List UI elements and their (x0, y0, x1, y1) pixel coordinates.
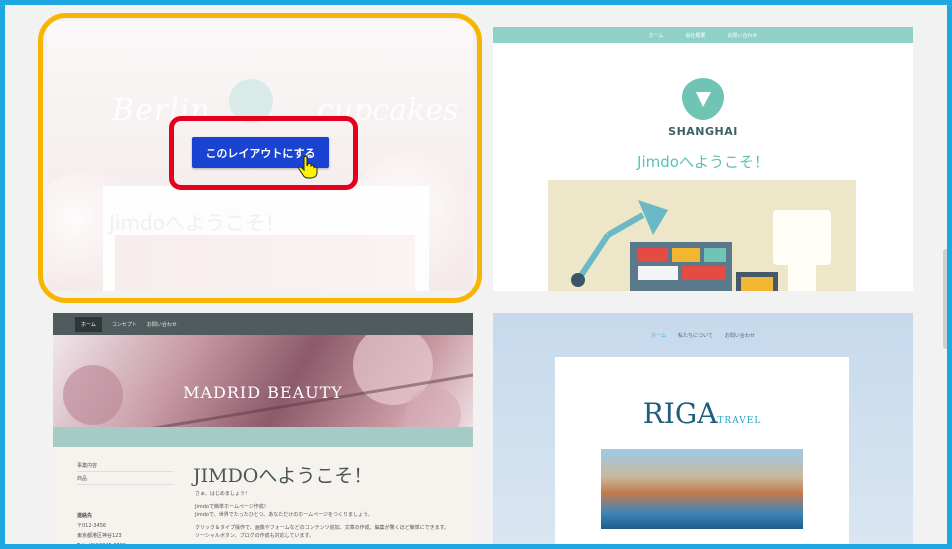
nav-item-contact[interactable]: お問い合わせ (727, 32, 757, 39)
riga-brand-subtitle: TRAVEL (717, 416, 762, 426)
shanghai-logo-icon (682, 78, 724, 120)
madrid-welcome-heading: JIMDOへようこそ！ (193, 465, 373, 487)
desk-lamp-illustration (571, 200, 831, 291)
riga-content-panel: RIGATRAVEL Jimdoへようこそ！ (555, 357, 849, 544)
sidebar-item[interactable]: 事業内容 (77, 461, 173, 472)
shanghai-welcome-heading: Jimdoへようこそ！ (637, 153, 769, 171)
madrid-sidebar: 事業内容 商品 連絡先 〒012-3456 東京都港区神谷123 Tel：(0)… (77, 461, 173, 549)
sidebar-item[interactable]: 商品 (77, 474, 173, 485)
body-line: Jimdoで、世界でたったひとつ、あなただけのホームページをつくりましょう。 (195, 512, 373, 518)
layout-gallery-frame: Berlin cupcakes Jimdoへようこそ！ このレイアウトにする ホ… (0, 0, 952, 549)
madrid-brand-title: MADRID BEAUTY (183, 383, 343, 402)
nav-item-about[interactable]: 私たちについて (678, 332, 713, 339)
coastal-village-photo (601, 449, 803, 529)
riga-nav: ホーム 私たちについて お問い合わせ (493, 332, 913, 339)
hand-pointer-icon (298, 155, 318, 179)
desk-illustration (548, 180, 856, 291)
body-line: ソーシャルボタン、ブログの作成も対応しています。 (195, 533, 314, 539)
contact-title: 連絡先 (77, 513, 93, 519)
contact-line: 〒012-3456 (77, 523, 107, 529)
madrid-body-text: さぁ、はじめましょう！ Jimdoで簡単ホームページ作成！ Jimdoで、世界で… (195, 490, 465, 540)
contact-line: 東京都港区神谷123 (77, 533, 122, 539)
riga-welcome-heading: Jimdoへようこそ！ (555, 541, 849, 544)
teal-band (53, 427, 473, 447)
nav-item-home[interactable]: ホーム (75, 316, 102, 332)
nav-item-contact[interactable]: お問い合わせ (725, 332, 755, 339)
layout-card-shanghai[interactable]: ホーム 会社概要 お問い合わせ SHANGHAI Jimdoへようこそ！ (493, 27, 913, 291)
nav-item-home[interactable]: ホーム (649, 32, 664, 39)
shanghai-nav: ホーム 会社概要 お問い合わせ (493, 27, 913, 43)
contact-line: Tel：(0)12345 6789 (77, 543, 126, 549)
madrid-nav: ホーム コンセプト お問い合わせ (53, 313, 473, 335)
scrollbar[interactable] (943, 249, 947, 349)
body-line: Jimdoで簡単ホームページ作成！ (195, 504, 269, 510)
nav-item-about[interactable]: 会社概要 (685, 32, 705, 39)
riga-brand-title: RIGATRAVEL (555, 397, 849, 430)
riga-brand-text: RIGA (642, 397, 718, 430)
shanghai-brand-title: SHANGHAI (668, 125, 738, 138)
layout-card-riga[interactable]: ホーム 私たちについて お問い合わせ RIGATRAVEL Jimdoへようこそ… (493, 313, 913, 544)
body-line: クリック＆タイプ操作で、画像やフォームなどのコンテンツ追加、文章の作成、編集が驚… (195, 525, 450, 531)
nav-item-concept[interactable]: コンセプト (112, 321, 137, 328)
body-line: さぁ、はじめましょう！ (195, 491, 250, 497)
nav-item-contact[interactable]: お問い合わせ (147, 321, 177, 328)
nav-item-home[interactable]: ホーム (651, 332, 666, 339)
layout-card-madrid[interactable]: ホーム コンセプト お問い合わせ MADRID BEAUTY 事業内容 商品 連… (53, 313, 473, 549)
